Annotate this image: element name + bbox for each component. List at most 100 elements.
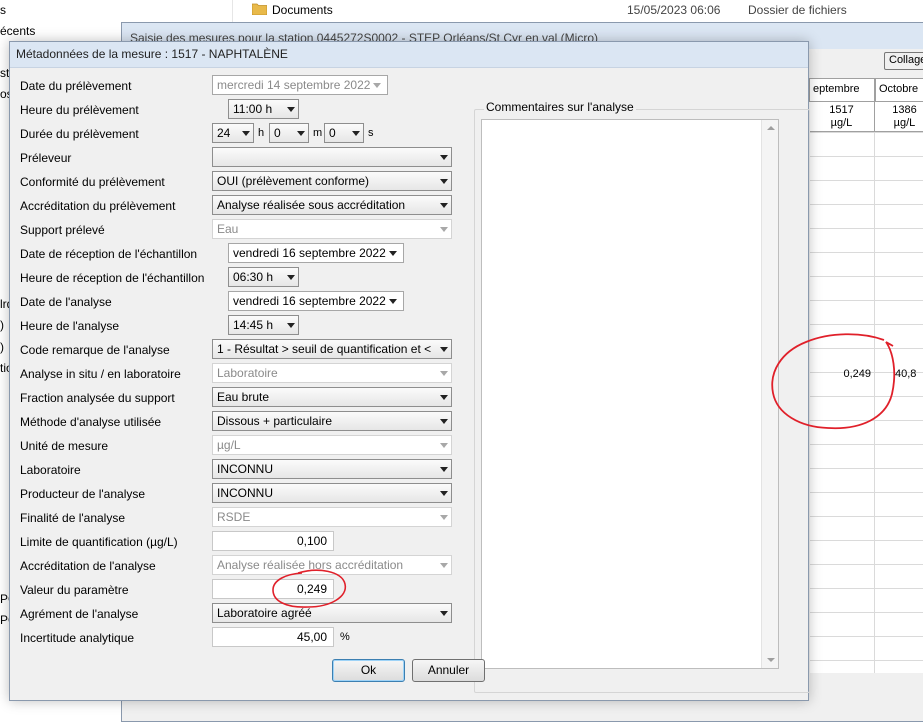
chevron-down-icon — [440, 155, 448, 160]
grid-row-line — [809, 444, 923, 445]
laboratoire-value: INCONNU — [217, 462, 273, 476]
date-reception-picker[interactable]: vendredi 16 septembre 2022 — [228, 243, 404, 263]
heure-reception-value: 06:30 h — [233, 270, 274, 284]
chevron-down-icon — [287, 323, 295, 328]
date-analyse-picker[interactable]: vendredi 16 septembre 2022 — [228, 291, 404, 311]
chevron-down-icon — [440, 227, 448, 232]
label-conformite: Conformité du prélèvement — [20, 175, 165, 189]
label-duree-prelevement: Durée du prélèvement — [20, 127, 139, 141]
label-agrement: Agrément de l'analyse — [20, 607, 139, 621]
chevron-down-icon — [440, 563, 448, 568]
chevron-down-icon — [242, 131, 250, 136]
chevron-down-icon — [440, 347, 448, 352]
label-laboratoire: Laboratoire — [20, 463, 81, 477]
label-in-situ: Analyse in situ / en laboratoire — [20, 367, 181, 381]
chevron-down-icon — [440, 443, 448, 448]
incertitude-input[interactable]: 45,00 — [212, 627, 334, 647]
grid-row-line — [809, 468, 923, 469]
incertitude-unit: % — [340, 631, 350, 643]
label-methode: Méthode d'analyse utilisée — [20, 415, 162, 429]
duree-secondes-select[interactable]: 0 — [324, 123, 364, 143]
laboratoire-select[interactable]: INCONNU — [212, 459, 452, 479]
dialog-title: Métadonnées de la mesure : 1517 - NAPHTA… — [16, 47, 288, 61]
comments-textarea[interactable] — [481, 119, 779, 669]
unite-value: µg/L — [217, 438, 241, 452]
support-preleve-select[interactable]: Eau — [212, 219, 452, 239]
grid-cell-value[interactable]: 40,8 — [895, 368, 923, 380]
chevron-down-icon — [297, 131, 305, 136]
label-valeur-parametre: Valeur du paramètre — [20, 583, 129, 597]
explorer-file-row[interactable]: Documents 15/05/2023 06:06 Dossier de fi… — [232, 0, 923, 21]
comments-label: Commentaires sur l'analyse — [484, 100, 636, 114]
grid-row-line — [809, 588, 923, 589]
label-limite-quantification: Limite de quantification (µg/L) — [20, 535, 178, 549]
label-accreditation-prelevement: Accréditation du prélèvement — [20, 199, 176, 213]
duree-heures-unit: h — [258, 127, 265, 139]
incertitude-value: 45,00 — [296, 630, 327, 644]
label-incertitude: Incertitude analytique — [20, 631, 135, 645]
accreditation-prelevement-select[interactable]: Analyse réalisée sous accréditation — [212, 195, 452, 215]
valeur-parametre-input[interactable]: 0,249 — [212, 579, 334, 599]
finalite-value: RSDE — [217, 510, 251, 524]
folder-type: Dossier de fichiers — [748, 3, 847, 17]
sidebar-fragment[interactable]: ) — [0, 318, 4, 332]
grid-column-header[interactable]: Octobre — [875, 78, 923, 102]
preleveur-select[interactable] — [212, 147, 452, 167]
date-reception-value: vendredi 16 septembre 2022 — [233, 246, 386, 260]
grid-column-header[interactable]: eptembre — [809, 78, 875, 102]
finalite-select[interactable]: RSDE — [212, 507, 452, 527]
producteur-select[interactable]: INCONNU — [212, 483, 452, 503]
grid-row-line — [809, 420, 923, 421]
accreditation-analyse-select[interactable]: Analyse réalisée hors accréditation — [212, 555, 452, 575]
conformite-select[interactable]: OUI (prélèvement conforme) — [212, 171, 452, 191]
chevron-down-icon — [373, 83, 381, 88]
sidebar-fragment[interactable]: écents — [0, 24, 35, 38]
heure-analyse-value: 14:45 h — [233, 318, 274, 332]
in-situ-select[interactable]: Laboratoire — [212, 363, 452, 383]
agrement-value: Laboratoire agréé — [217, 606, 312, 620]
grid-param-unit: µg/L — [893, 117, 916, 129]
comments-scrollbar[interactable] — [761, 120, 778, 668]
grid-param-unit: µg/L — [830, 117, 853, 129]
fraction-select[interactable]: Eau brute — [212, 387, 452, 407]
code-remarque-select[interactable]: 1 - Résultat > seuil de quantification e… — [212, 339, 452, 359]
methode-select[interactable]: Dissous + particulaire — [212, 411, 452, 431]
heure-analyse-select[interactable]: 14:45 h — [228, 315, 299, 335]
unite-select[interactable]: µg/L — [212, 435, 452, 455]
grid-row-line — [809, 612, 923, 613]
agrement-select[interactable]: Laboratoire agréé — [212, 603, 452, 623]
grid-row-line — [809, 660, 923, 661]
grid-row-line — [809, 276, 923, 277]
scroll-up-icon[interactable] — [767, 126, 775, 130]
valeur-parametre-value: 0,249 — [296, 582, 327, 596]
limite-quantification-input[interactable]: 0,100 — [212, 531, 334, 551]
chevron-down-icon — [287, 107, 295, 112]
duree-heures-select[interactable]: 24 — [212, 123, 254, 143]
grid-row-line — [809, 564, 923, 565]
label-accreditation-analyse: Accréditation de l'analyse — [20, 559, 156, 573]
sidebar-fragment[interactable]: s — [0, 3, 6, 17]
grid-row-line — [809, 228, 923, 229]
cancel-button[interactable]: Annuler — [412, 659, 485, 682]
ok-button[interactable]: Ok — [332, 659, 405, 682]
limite-quantification-value: 0,100 — [296, 534, 327, 548]
label-fraction: Fraction analysée du support — [20, 391, 175, 405]
grid-param-header: 1517 µg/L — [809, 102, 875, 132]
label-heure-reception: Heure de réception de l'échantillon — [20, 271, 205, 285]
folder-name: Documents — [272, 3, 333, 17]
folder-date: 15/05/2023 06:06 — [627, 3, 721, 17]
label-date-reception: Date de réception de l'échantillon — [20, 247, 198, 261]
chevron-down-icon — [440, 611, 448, 616]
heure-prelevement-select[interactable]: 11:00 h — [228, 99, 299, 119]
heure-reception-select[interactable]: 06:30 h — [228, 267, 299, 287]
date-prelevement-picker[interactable]: mercredi 14 septembre 2022 — [212, 75, 388, 95]
grid-cell-value[interactable]: 0,249 — [809, 368, 871, 380]
grid-row-line — [809, 132, 923, 133]
grid-row-line — [809, 348, 923, 349]
chevron-down-icon — [440, 491, 448, 496]
collage-button[interactable]: Collage — [884, 52, 923, 70]
sidebar-fragment[interactable]: ) — [0, 340, 4, 354]
scroll-down-icon[interactable] — [767, 658, 775, 662]
duree-minutes-select[interactable]: 0 — [269, 123, 309, 143]
duree-minutes-value: 0 — [274, 126, 281, 140]
